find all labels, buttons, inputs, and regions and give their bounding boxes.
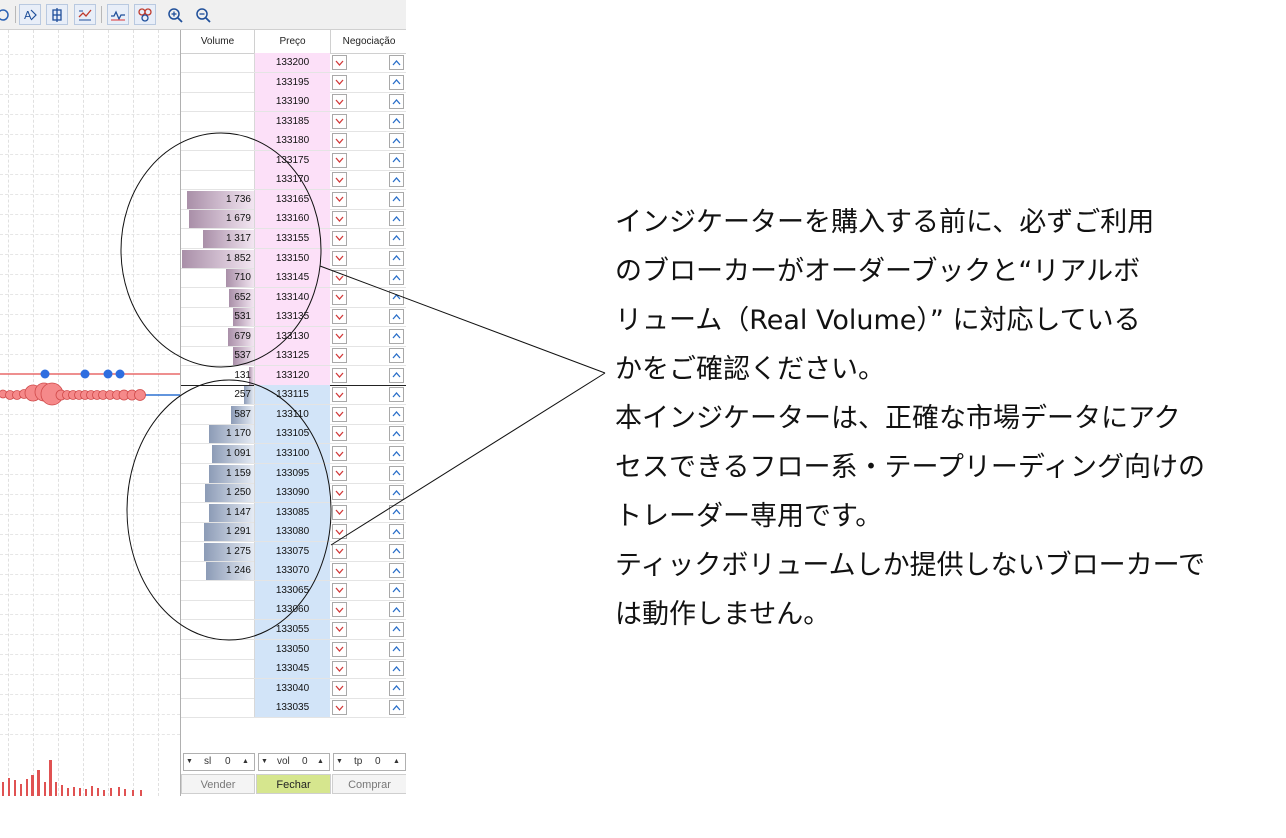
annotation-line: のブローカーがオーダーブックと“リアルボ [615, 256, 1141, 287]
annotation-line: リューム（Real Volume）” に対応している [615, 305, 1141, 336]
annotation-line: かをご確認ください。 [615, 354, 885, 385]
annotation-line: は動作しません。 [615, 599, 831, 630]
annotation-line: セスできるフロー系・テープリーディング向けの [615, 452, 1205, 483]
bid-volume-highlight [126, 379, 332, 641]
annotation-line: 本インジケーターは、正確な市場データにアク [615, 403, 1181, 434]
callout-line-top [319, 265, 606, 374]
callout-line-bottom [330, 372, 606, 546]
annotation-line: トレーダー専用です。 [615, 501, 883, 532]
ask-volume-highlight [120, 132, 322, 368]
annotation-text: インジケーターを購入する前に、必ずご利用 のブローカーがオーダーブックと“リアル… [615, 198, 1275, 639]
annotation-line: ティックボリュームしか提供しないブローカーで [615, 550, 1205, 581]
annotation-line: インジケーターを購入する前に、必ずご利用 [615, 207, 1155, 238]
